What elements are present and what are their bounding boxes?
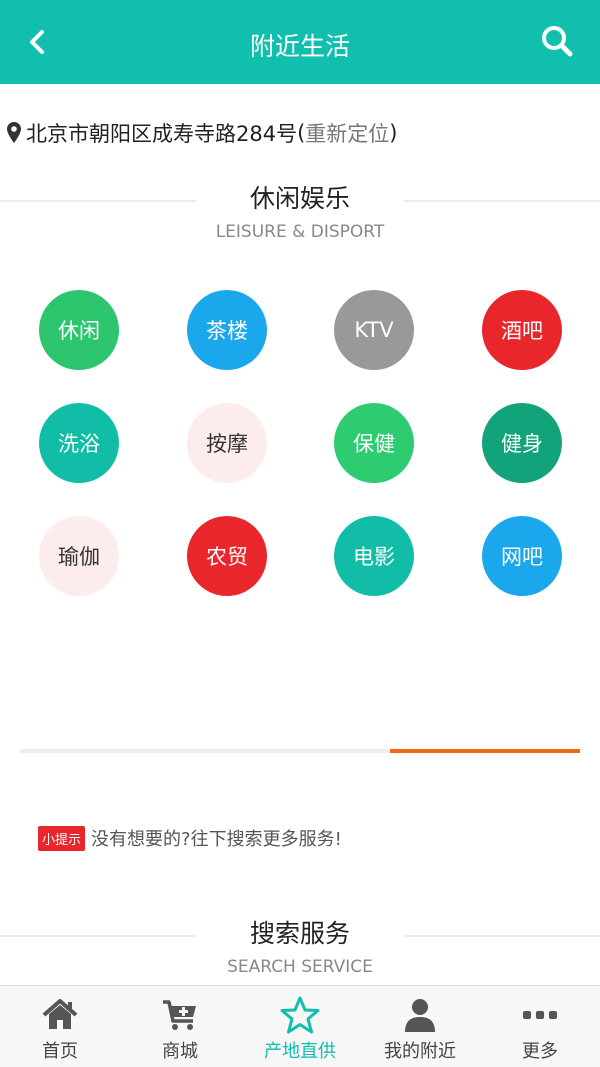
category-label: 瑜伽 [58, 545, 100, 569]
category-item[interactable]: 瑜伽 [39, 516, 119, 596]
divider-right [404, 200, 600, 202]
leisure-subtitle: LEISURE & DISPORT [215, 222, 385, 242]
category-item[interactable]: 按摩 [187, 403, 267, 483]
more-icon [523, 1011, 557, 1019]
divider-left [0, 935, 196, 937]
category-item[interactable]: 农贸 [187, 516, 267, 596]
tip-row: 小提示 没有想要的?往下搜索更多服务! [38, 825, 342, 851]
category-label: KTV [354, 318, 394, 342]
tab-home[interactable]: 首页 [0, 986, 120, 1067]
user-icon [405, 999, 435, 1032]
bottom-tab-bar: 首页 商城 产地直供 我的附近 更多 [0, 985, 600, 1067]
tab-more[interactable]: 更多 [480, 986, 600, 1067]
category-label: 休闲 [58, 319, 100, 343]
category-label: 茶楼 [206, 319, 248, 343]
category-label: 农贸 [206, 545, 248, 569]
category-label: 健身 [501, 432, 543, 456]
location-bar: 北京市朝阳区成寿寺路284号 (重新定位) [6, 116, 398, 150]
category-item[interactable]: 休闲 [39, 290, 119, 370]
cart-icon [163, 1000, 196, 1030]
location-address: 北京市朝阳区成寿寺路284号 [26, 122, 298, 146]
category-item[interactable]: 保健 [334, 403, 414, 483]
carousel-progress-fill [389, 749, 580, 753]
search-service-title: 搜索服务 [249, 919, 350, 948]
star-icon [280, 996, 320, 1034]
tab-label: 商城 [162, 1041, 198, 1062]
category-label: 洗浴 [58, 432, 100, 456]
search-service-subtitle: SEARCH SERVICE [227, 957, 373, 977]
tip-badge: 小提示 [38, 825, 86, 851]
home-icon [42, 999, 78, 1029]
category-label: 保健 [353, 432, 395, 456]
category-item[interactable]: 电影 [334, 516, 414, 596]
search-icon[interactable] [540, 24, 574, 58]
map-pin-icon [7, 122, 21, 143]
relocate-link[interactable]: 重新定位 [305, 118, 389, 148]
page-title: 附近生活 [249, 32, 350, 61]
divider-left [0, 200, 196, 202]
tab-label: 首页 [42, 1041, 78, 1062]
category-label: 按摩 [206, 432, 248, 456]
carousel-progress-bar [20, 749, 580, 753]
location-close-paren: ) [389, 121, 398, 145]
app-header: 附近生活 [0, 0, 600, 84]
divider-right [404, 935, 600, 937]
leisure-title: 休闲娱乐 [249, 184, 350, 213]
tab-label: 我的附近 [384, 1041, 456, 1062]
category-item[interactable]: KTV [334, 290, 414, 370]
category-label: 网吧 [501, 545, 543, 569]
category-item[interactable]: 网吧 [482, 516, 562, 596]
category-label: 酒吧 [501, 319, 543, 343]
category-item[interactable]: 洗浴 [39, 403, 119, 483]
category-item[interactable]: 酒吧 [482, 290, 562, 370]
category-item[interactable]: 茶楼 [187, 290, 267, 370]
category-item[interactable]: 健身 [482, 403, 562, 483]
tab-origin-supply[interactable]: 产地直供 [240, 986, 360, 1067]
tab-mall[interactable]: 商城 [120, 986, 240, 1067]
location-open-paren: ( [297, 121, 306, 145]
tab-label: 更多 [522, 1041, 558, 1062]
leisure-section-header: 休闲娱乐 LEISURE & DISPORT [0, 182, 600, 244]
category-label: 电影 [353, 545, 395, 569]
tab-label: 产地直供 [264, 1041, 336, 1062]
search-service-header: 搜索服务 SEARCH SERVICE [0, 917, 600, 979]
tip-text: 没有想要的?往下搜索更多服务! [91, 829, 342, 850]
tab-my-nearby[interactable]: 我的附近 [360, 986, 480, 1067]
